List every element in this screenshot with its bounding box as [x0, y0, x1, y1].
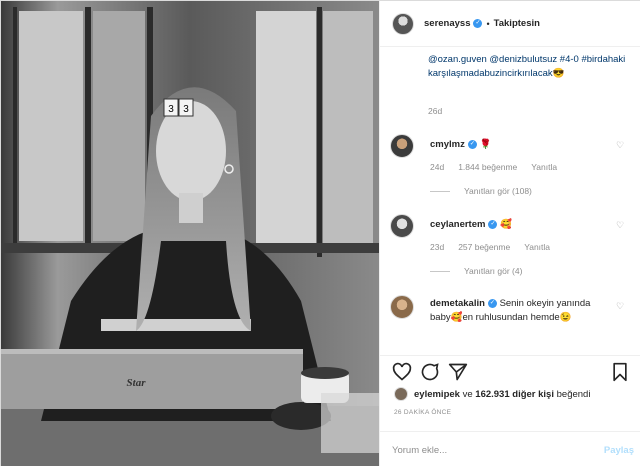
comment-body: demetakalin ✓ Senin okeyin yanında baby🥰e…	[430, 297, 610, 325]
verified-badge-icon: ✓	[473, 19, 483, 28]
verified-badge-icon: ✓	[487, 298, 497, 308]
comment-body: cmylmz ✓ 🌹	[430, 138, 610, 152]
comment-emoji: 🥰	[450, 312, 463, 323]
view-replies-button[interactable]: Yanıtları gör (108)	[430, 186, 532, 196]
comment-time: 23d	[430, 242, 445, 252]
comment-icon[interactable]	[420, 362, 440, 382]
tile-2-text: 3	[183, 104, 189, 115]
comment-like-heart-icon[interactable]: ♡	[616, 140, 626, 150]
commenter-avatar[interactable]	[390, 295, 414, 319]
post-modal: 3 3 Star serenayss ✓ • Takiptesin @ozan.…	[0, 0, 640, 466]
liker-avatar[interactable]	[394, 387, 408, 401]
bookmark-icon[interactable]	[610, 362, 630, 382]
tile-1-text: 3	[168, 104, 174, 115]
post-timestamp: 26 DAKİKA ÖNCE	[394, 409, 452, 416]
comment-likes[interactable]: 1.844 beğenme	[458, 162, 517, 172]
comment-text-2: en ruhlusundan hemde	[462, 312, 560, 323]
separator-dot: •	[486, 18, 490, 29]
caption-mentions[interactable]: @ozan.guven @denizbulutsuz #4-0 #birdaha…	[428, 54, 625, 79]
likes-connector: ve	[462, 388, 473, 400]
comment-box: Yorum ekle... Paylaş	[380, 431, 640, 466]
caption-time: 26d	[428, 106, 443, 116]
comment-input[interactable]: Yorum ekle...	[392, 445, 447, 456]
like-heart-icon[interactable]	[392, 362, 412, 382]
view-replies-button[interactable]: Yanıtları gör (4)	[430, 266, 522, 276]
commenter-username[interactable]: ceylanertem	[430, 219, 485, 230]
comment-emoji: 🥰	[500, 219, 512, 230]
commenter-avatar[interactable]	[390, 134, 414, 158]
comment-item: ceylanertem ✓ 🥰 23d 257 beğenme Yanıtla ♡ Y…	[390, 214, 640, 284]
comment-likes[interactable]: 257 beğenme	[458, 242, 510, 252]
commenter-avatar[interactable]	[390, 214, 414, 238]
comment-meta: 24d 1.844 beğenme Yanıtla	[430, 162, 571, 172]
commenter-username[interactable]: cmylmz	[430, 139, 465, 150]
view-replies-label: Yanıtları gör (108)	[464, 186, 532, 196]
post-photo-image: 3 3 Star	[1, 1, 379, 466]
reply-button[interactable]: Yanıtla	[531, 162, 557, 172]
post-header: serenayss ✓ • Takiptesin	[380, 1, 640, 47]
comment-item: cmylmz ✓ 🌹 24d 1.844 beğenme Yanıtla ♡ Yanı…	[390, 134, 640, 204]
liker-username[interactable]: eylemipek	[414, 389, 460, 400]
comment-time: 24d	[430, 162, 445, 172]
author-avatar[interactable]	[392, 12, 414, 35]
laptop-label: Star	[127, 377, 147, 389]
follow-status-button[interactable]: Takiptesin	[494, 18, 540, 29]
likes-suffix: beğendi	[556, 388, 591, 400]
reply-button[interactable]: Yanıtla	[524, 242, 550, 252]
likes-count[interactable]: 162.931 diğer kişi	[475, 389, 554, 400]
caption-emoji: 😎	[552, 68, 565, 79]
comment-emoji-2: 😉	[559, 312, 572, 323]
post-photo[interactable]: 3 3 Star	[1, 1, 379, 466]
author-username[interactable]: serenayss	[424, 18, 470, 29]
comment-item: demetakalin ✓ Senin okeyin yanında baby🥰e…	[390, 295, 640, 351]
post-comment-button[interactable]: Paylaş	[604, 445, 634, 456]
view-replies-label: Yanıtları gör (4)	[464, 266, 523, 276]
comment-body: ceylanertem ✓ 🥰	[430, 218, 610, 232]
likes-summary: eylemipek ve 162.931 diğer kişi beğendi	[394, 387, 590, 401]
comment-emoji: 🌹	[479, 139, 492, 150]
commenter-username[interactable]: demetakalin	[430, 298, 485, 309]
comment-like-heart-icon[interactable]: ♡	[616, 220, 626, 230]
post-sidebar: serenayss ✓ • Takiptesin @ozan.guven @de…	[379, 1, 640, 466]
comment-meta: 23d 257 beğenme Yanıtla	[430, 242, 564, 252]
caption-text: @ozan.guven @denizbulutsuz #4-0 #birdaha…	[428, 53, 628, 81]
verified-badge-icon: ✓	[488, 219, 498, 229]
comment-like-heart-icon[interactable]: ♡	[616, 301, 626, 311]
verified-badge-icon: ✓	[467, 139, 477, 149]
share-icon[interactable]	[448, 362, 468, 382]
